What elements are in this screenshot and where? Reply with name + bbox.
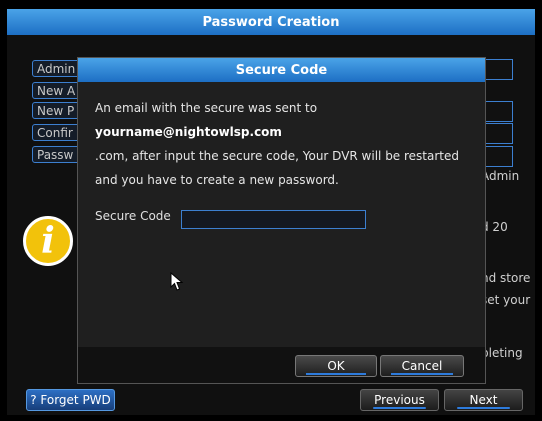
message-part2: .com, after input the secure code, Your … <box>95 149 460 163</box>
mouse-pointer-icon <box>170 272 184 291</box>
secure-code-dialog: Secure Code An email with the secure was… <box>77 57 486 384</box>
dvr-screen: Password Creation Admin New A New P Conf… <box>7 9 535 415</box>
ok-button[interactable]: OK <box>295 355 377 377</box>
bg-text-line4: set your <box>481 293 531 307</box>
cancel-button[interactable]: Cancel <box>380 355 464 377</box>
message-part3: and you have to create a new password. <box>95 173 339 187</box>
forget-password-button[interactable]: ? Forget PWD <box>26 389 115 411</box>
bg-text-line3: nd store <box>481 271 531 285</box>
previous-button[interactable]: Previous <box>360 389 439 411</box>
dialog-footer: OK Cancel <box>78 347 485 383</box>
secure-code-label: Secure Code <box>95 209 171 223</box>
window-title: Password Creation <box>7 9 535 35</box>
dialog-title: Secure Code <box>78 58 485 82</box>
bg-text-line5: pleting <box>481 346 523 360</box>
info-icon: i <box>23 216 73 266</box>
message-part1: An email with the secure was sent to <box>95 101 318 115</box>
next-button[interactable]: Next <box>444 389 523 411</box>
dialog-message: An email with the secure was sent to you… <box>95 96 480 192</box>
secure-code-input[interactable] <box>181 210 366 229</box>
bg-text-admin: Admin <box>481 169 520 183</box>
email-address: yourname@nightowlsp.com <box>95 125 282 139</box>
